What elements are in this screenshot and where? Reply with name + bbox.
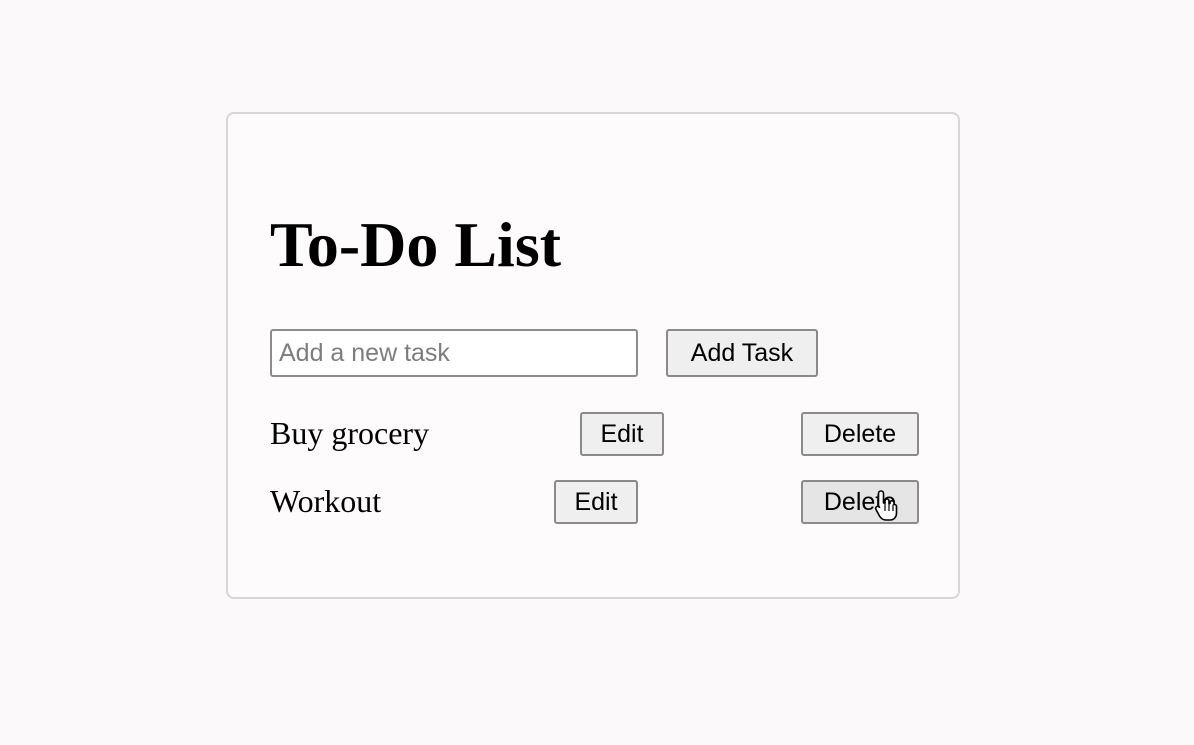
page-title: To-Do List [270,209,562,280]
edit-task-button[interactable]: Edit [554,480,638,524]
task-item: Workout Edit Delete [270,478,920,524]
add-task-button[interactable]: Add Task [666,329,818,377]
delete-task-button[interactable]: Delete [801,412,919,456]
new-task-input[interactable] [270,329,638,377]
task-text: Workout [270,483,382,519]
task-item: Buy grocery Edit Delete [270,410,920,456]
delete-task-button[interactable]: Delete [801,480,919,524]
edit-task-button[interactable]: Edit [580,412,664,456]
task-text: Buy grocery [270,415,430,451]
todo-card: To-Do List Add Task Buy grocery Edit Del… [226,112,960,599]
